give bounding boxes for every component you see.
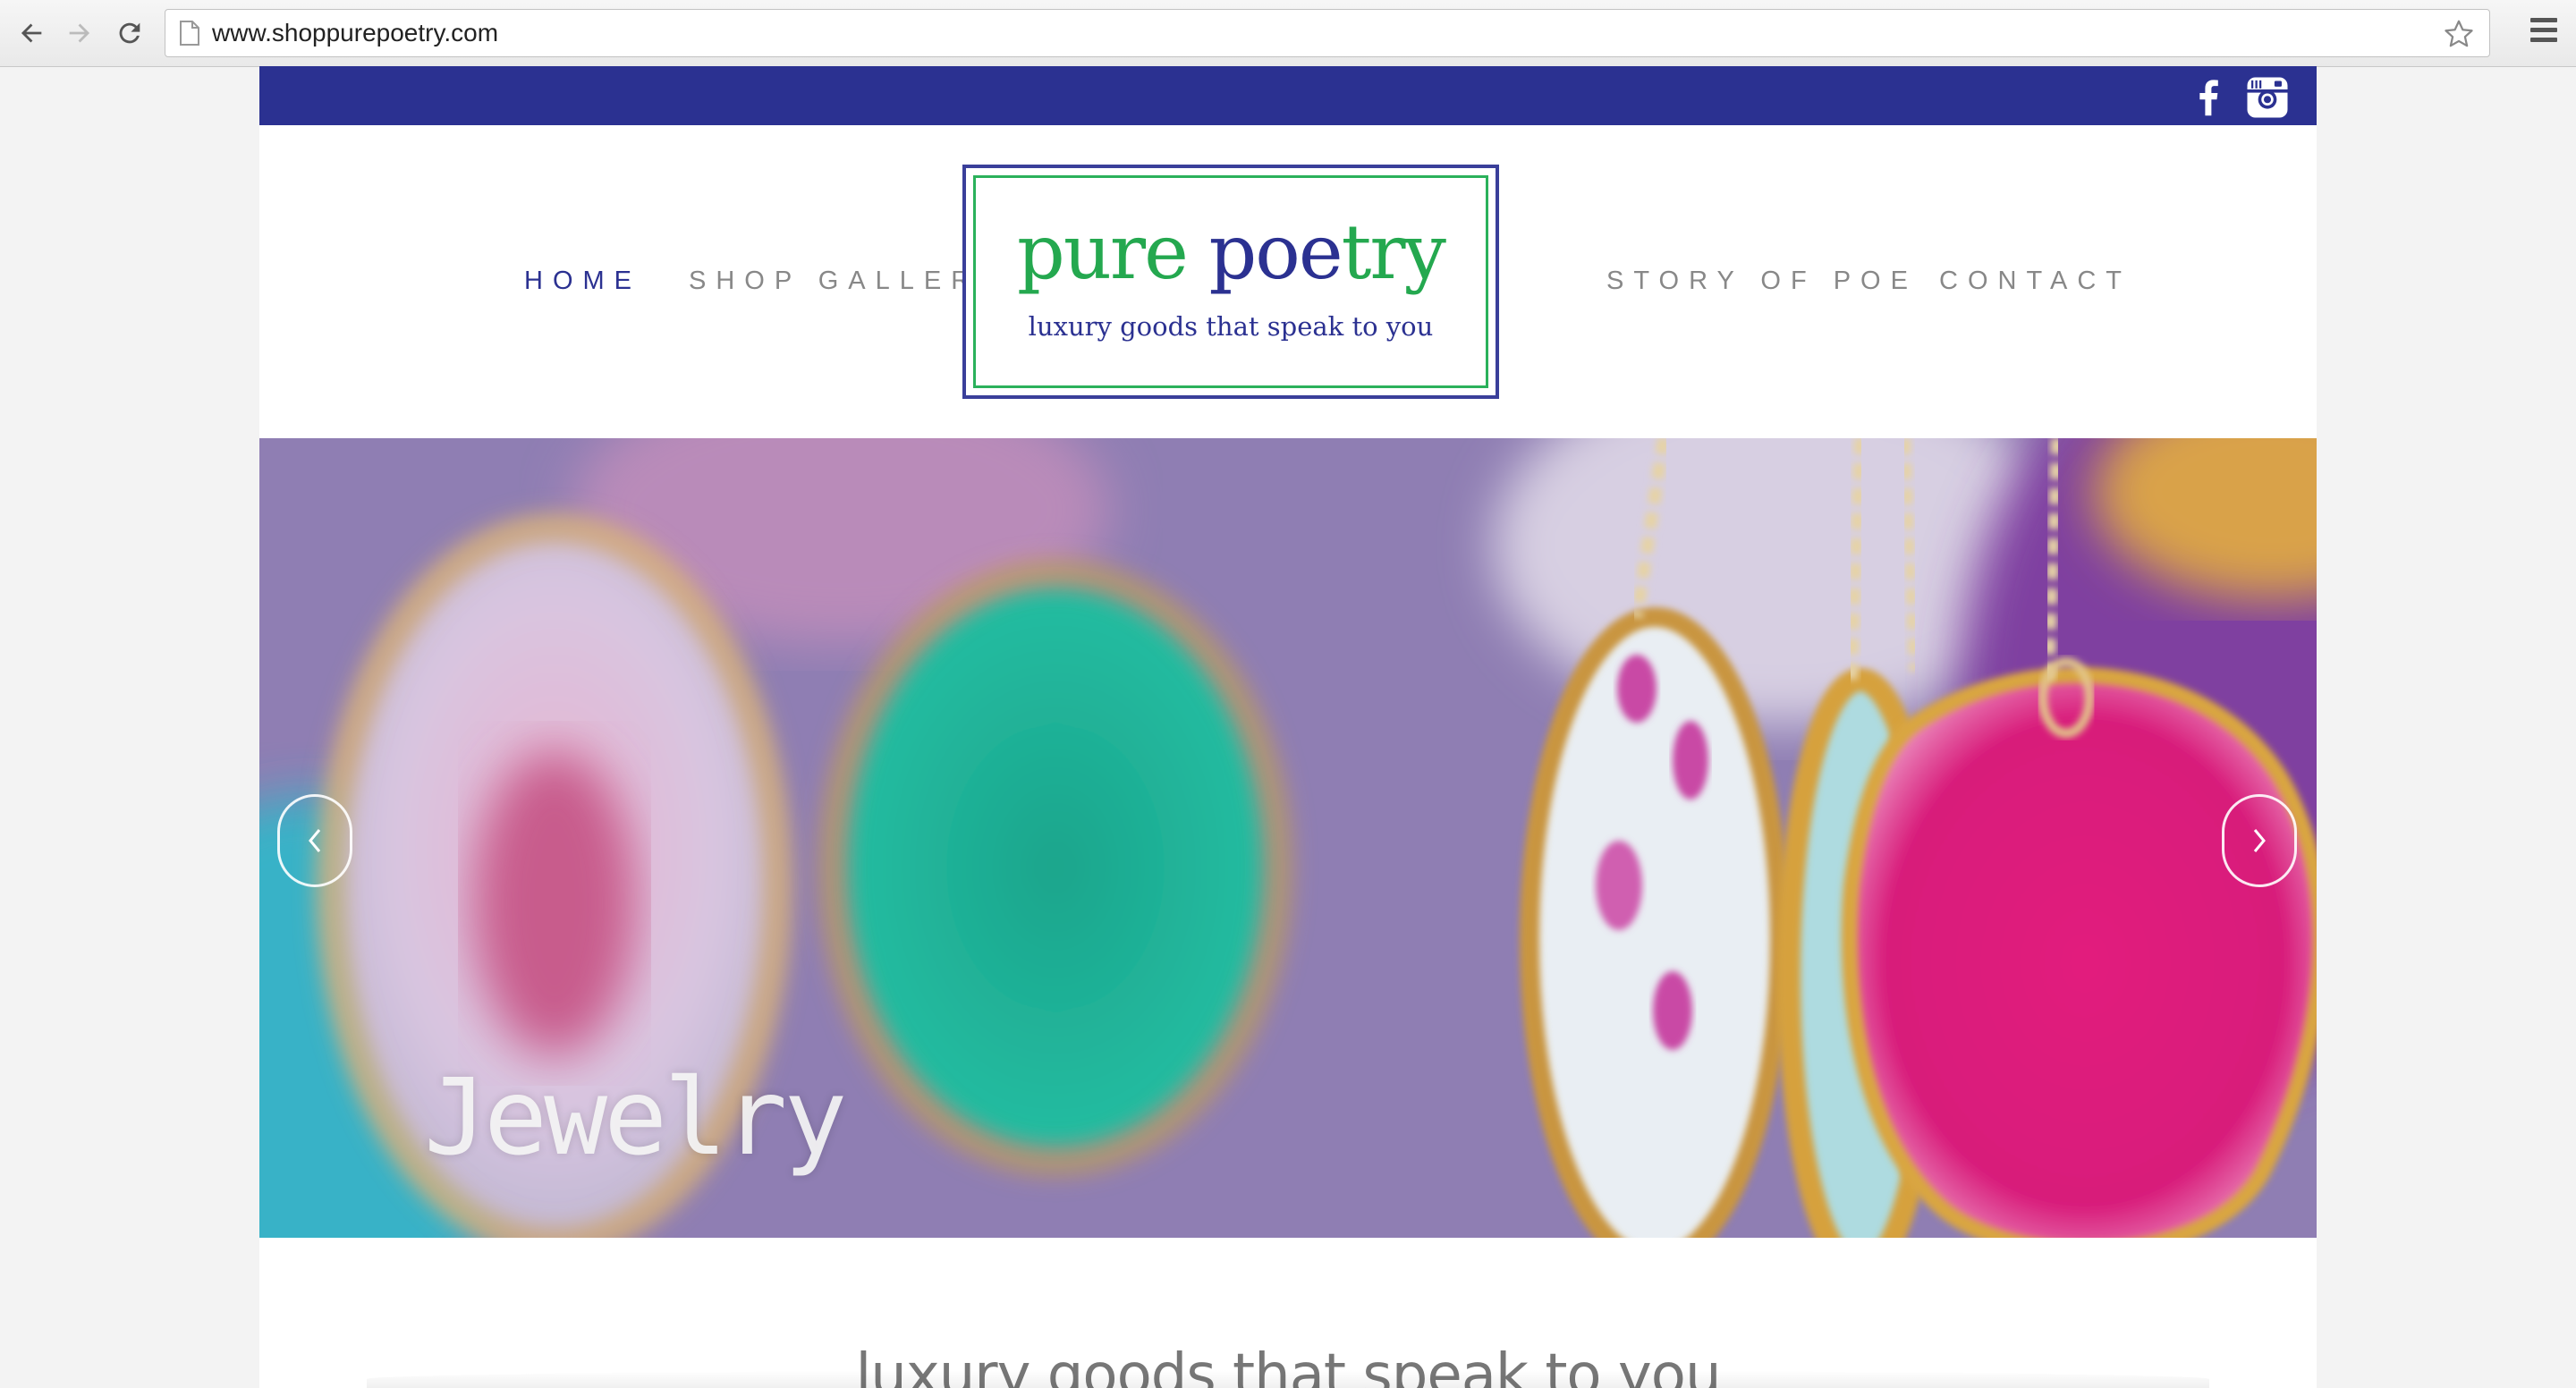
top-bar	[259, 66, 2317, 125]
nav-story-of-poe[interactable]: STORY OF POE	[1606, 267, 1918, 296]
reload-button[interactable]	[106, 9, 154, 57]
forward-button[interactable]	[55, 9, 104, 57]
back-button[interactable]	[7, 9, 55, 57]
arrow-left-icon	[21, 23, 42, 43]
browser-toolbar: www.shoppurepoetry.com	[0, 0, 2576, 67]
section-shadow	[367, 1370, 2209, 1388]
url-text: www.shoppurepoetry.com	[212, 19, 499, 47]
arrow-right-icon	[69, 23, 90, 43]
website: HOME SHOP GALLERY STORY OF POE CONTACT p…	[259, 66, 2317, 1388]
hamburger-menu-icon[interactable]	[2522, 13, 2565, 54]
chevron-left-icon	[309, 829, 321, 852]
chevron-right-icon	[2253, 829, 2266, 852]
nav-shop-gallery[interactable]: SHOP GALLERY	[689, 267, 1006, 296]
slider-next-button[interactable]	[2222, 794, 2297, 887]
logo-word-poe: poe	[1208, 208, 1343, 296]
site-logo[interactable]: pure poetry luxury goods that speak to y…	[962, 165, 1499, 399]
star-icon[interactable]	[2443, 18, 2475, 50]
reload-icon	[119, 22, 140, 44]
instagram-logo	[2247, 77, 2288, 118]
address-bar[interactable]: www.shoppurepoetry.com	[165, 9, 2490, 57]
logo-wordmark: pure poetry	[966, 215, 1496, 290]
facebook-logo	[2199, 80, 2218, 116]
slider-prev-button[interactable]	[277, 794, 352, 887]
nav-contact[interactable]: CONTACT	[1939, 267, 2131, 296]
hero-slider: Jewelry	[259, 438, 2317, 1238]
instagram-icon[interactable]	[2243, 73, 2292, 122]
hero-caption: Jewelry	[424, 1055, 847, 1179]
logo-word-try: try	[1341, 208, 1446, 296]
logo-tagline: luxury goods that speak to you	[1028, 311, 1434, 342]
logo-word-pure: pure	[1017, 208, 1189, 296]
page-icon	[180, 21, 199, 46]
nav-home[interactable]: HOME	[524, 267, 641, 296]
facebook-icon[interactable]	[2184, 73, 2233, 122]
